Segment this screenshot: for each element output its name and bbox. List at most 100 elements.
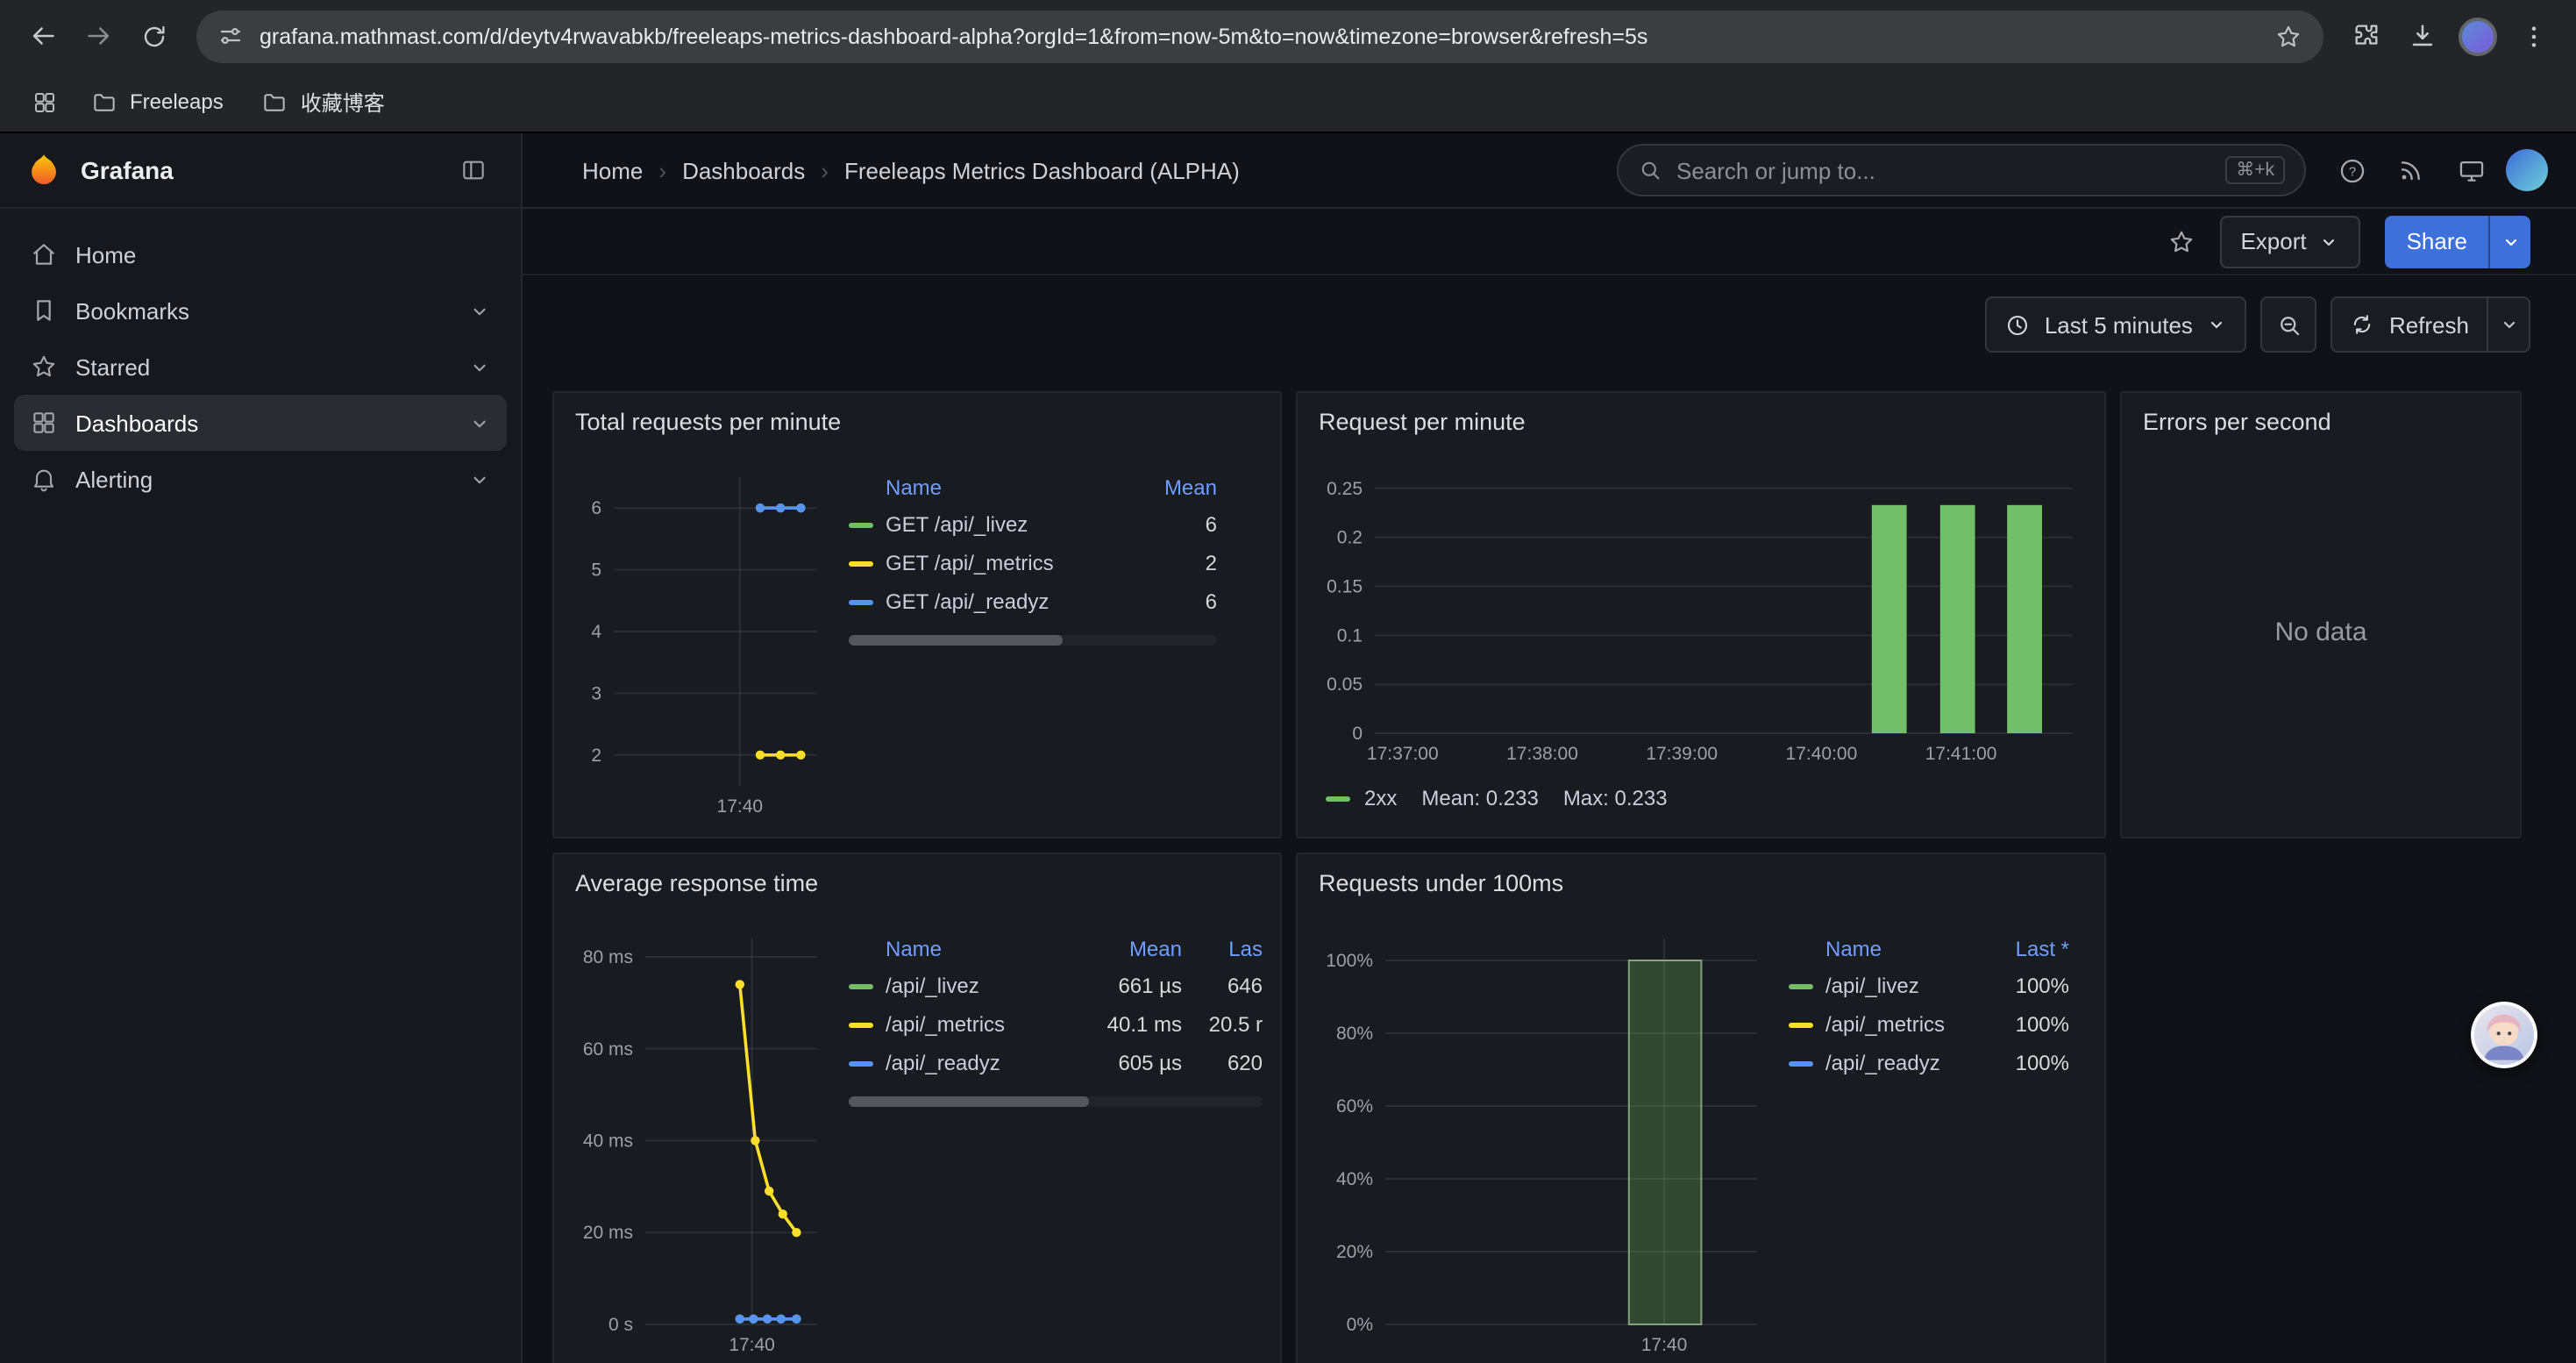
sidebar-toggle-button[interactable] (451, 147, 496, 193)
chevron-down-icon[interactable] (468, 355, 491, 378)
refresh-button[interactable]: Refresh (2333, 298, 2487, 351)
bell-icon (30, 465, 58, 493)
chevron-down-icon[interactable] (468, 467, 491, 490)
download-icon (2407, 21, 2437, 51)
legend-col-last[interactable]: Las (1182, 937, 1263, 961)
user-avatar[interactable] (2506, 149, 2548, 191)
browser-profile-button[interactable] (2450, 8, 2506, 64)
panel-title[interactable]: Request per minute (1315, 407, 2087, 442)
legend-row[interactable]: /api/_metrics 100% (1789, 1005, 2069, 1044)
legend-row[interactable]: /api/_readyz 605 µs 620 (849, 1044, 1263, 1082)
series-color-swatch (1326, 796, 1350, 801)
share-button[interactable]: Share (2386, 215, 2488, 268)
series-last: 100% (1975, 1051, 2069, 1075)
extensions-button[interactable] (2338, 8, 2394, 64)
export-button[interactable]: Export (2219, 215, 2360, 268)
back-button[interactable] (14, 8, 70, 64)
legend-col-mean[interactable]: Mean (1122, 475, 1217, 500)
apps-grid-button[interactable] (21, 79, 67, 125)
puzzle-icon (2351, 21, 2380, 51)
forward-button[interactable] (70, 8, 126, 64)
arrow-left-icon (27, 21, 57, 51)
legend-header: Name Last * (1789, 931, 2069, 967)
legend-scrollbar[interactable] (849, 1096, 1263, 1107)
legend-row[interactable]: /api/_livez 100% (1789, 967, 2069, 1005)
share-menu-button[interactable] (2488, 215, 2530, 268)
legend-col-name[interactable]: Name (886, 475, 1122, 500)
legend-row[interactable]: /api/_readyz 100% (1789, 1044, 2069, 1082)
breadcrumb-dashboards[interactable]: Dashboards (682, 157, 805, 183)
bookmark-item[interactable]: 收藏博客 (248, 79, 399, 125)
legend-col-mean[interactable]: Mean (1077, 937, 1182, 961)
assistant-avatar-widget[interactable] (2471, 1002, 2537, 1068)
legend-scrollbar-thumb[interactable] (849, 1096, 1089, 1107)
request-per-minute-chart[interactable]: 0.250.20.150.10.05017:37:0017:38:0017:39… (1315, 456, 2087, 768)
legend-scrollbar-thumb[interactable] (849, 635, 1063, 646)
svg-text:17:38:00: 17:38:00 (1506, 744, 1578, 764)
time-range-picker[interactable]: Last 5 minutes (1985, 296, 2247, 353)
requests-under-100ms-chart[interactable]: 100%80%60%40%20%0%17:40 (1315, 921, 1771, 1359)
reload-button[interactable] (126, 8, 182, 64)
panel-title[interactable]: Requests under 100ms (1315, 868, 2087, 903)
favorite-dashboard-button[interactable] (2167, 227, 2195, 255)
zoom-out-button[interactable] (2261, 296, 2317, 353)
refresh-interval-button[interactable] (2487, 298, 2529, 351)
panel-title[interactable]: Average response time (572, 868, 1263, 903)
star-icon (2167, 227, 2195, 255)
series-name[interactable]: GET /api/_readyz (886, 589, 1122, 614)
series-name[interactable]: 2xx (1364, 786, 1397, 810)
breadcrumb-home[interactable]: Home (582, 157, 643, 183)
series-name[interactable]: GET /api/_metrics (886, 551, 1122, 575)
svg-text:0.05: 0.05 (1327, 674, 1363, 695)
sidebar-item-alerting[interactable]: Alerting (14, 451, 507, 507)
sidebar-item-bookmarks[interactable]: Bookmarks (14, 282, 507, 339)
legend-col-name[interactable]: Name (1825, 937, 1975, 961)
screen: grafana.mathmast.com/d/deytv4rwavabkb/fr… (0, 0, 2576, 1363)
panel-left-icon (459, 156, 487, 184)
url-bar[interactable]: grafana.mathmast.com/d/deytv4rwavabkb/fr… (196, 10, 2323, 62)
panel-title[interactable]: Total requests per minute (572, 407, 1263, 442)
bookmark-item[interactable]: Freeleaps (77, 79, 238, 125)
display-button[interactable] (2446, 146, 2495, 195)
panel-legend: Name Mean GET /api/_livez 6 GET /api/_me… (849, 470, 1263, 823)
series-name[interactable]: /api/_readyz (886, 1051, 1077, 1075)
chevron-down-icon[interactable] (468, 299, 491, 322)
sidebar-item-starred[interactable]: Starred (14, 339, 507, 395)
sidebar-item-label: Dashboards (75, 410, 198, 436)
series-name[interactable]: /api/_metrics (886, 1012, 1077, 1037)
legend-row[interactable]: GET /api/_livez 6 (849, 505, 1217, 544)
series-name[interactable]: /api/_metrics (1825, 1012, 1975, 1037)
sidebar-item-home[interactable]: Home (14, 226, 507, 282)
series-name[interactable]: GET /api/_livez (886, 512, 1122, 537)
chevron-down-icon[interactable] (468, 411, 491, 434)
help-button[interactable]: ? (2327, 146, 2376, 195)
legend-row[interactable]: /api/_livez 661 µs 646 (849, 967, 1263, 1005)
site-settings-icon[interactable] (217, 23, 244, 49)
search-input[interactable]: Search or jump to... ⌘+k (1617, 144, 2306, 196)
legend-scrollbar[interactable] (849, 635, 1217, 646)
series-mean: 2 (1122, 551, 1217, 575)
sidebar-item-dashboards[interactable]: Dashboards (14, 395, 507, 451)
bookmark-star-icon[interactable] (2274, 22, 2302, 50)
series-mean: 40.1 ms (1077, 1012, 1182, 1037)
svg-text:80 ms: 80 ms (583, 947, 633, 967)
average-response-time-chart[interactable]: 80 ms60 ms40 ms20 ms0 s17:40 (572, 921, 831, 1359)
news-button[interactable] (2387, 146, 2436, 195)
legend-row[interactable]: /api/_metrics 40.1 ms 20.5 r (849, 1005, 1263, 1044)
series-name[interactable]: /api/_readyz (1825, 1051, 1975, 1075)
browser-menu-button[interactable] (2506, 8, 2562, 64)
search-shortcut-badge: ⌘+k (2225, 156, 2285, 184)
svg-text:0.15: 0.15 (1327, 576, 1363, 596)
total-requests-chart[interactable]: 6543217:40 (572, 460, 831, 821)
series-max-stat: Max: 0.233 (1563, 786, 1668, 810)
panel-title[interactable]: Errors per second (2139, 407, 2502, 442)
legend-row[interactable]: GET /api/_readyz 6 (849, 582, 1217, 621)
download-button[interactable] (2394, 8, 2450, 64)
main-content: Export Share Last 5 minutes (523, 209, 2576, 1363)
legend-col-last[interactable]: Last * (1975, 937, 2069, 961)
legend-row[interactable]: GET /api/_metrics 2 (849, 544, 1217, 582)
series-name[interactable]: /api/_livez (1825, 974, 1975, 998)
series-name[interactable]: /api/_livez (886, 974, 1077, 998)
header-icons: ? (2327, 146, 2548, 195)
legend-col-name[interactable]: Name (886, 937, 1077, 961)
